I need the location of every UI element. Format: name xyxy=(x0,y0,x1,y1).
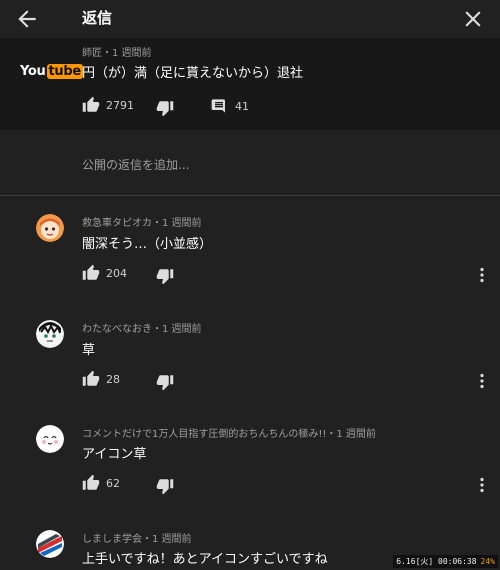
reply-meta: コメントだけで1万人目指す圧倒的おちんちんの極み!!・1 週間前 xyxy=(82,429,376,440)
thumbs-down-icon[interactable] xyxy=(156,99,174,117)
parent-comment: You tube 師匠・1 週間前 円（が）満（足に貰えないから）退社 2791 … xyxy=(0,38,500,130)
thumbs-up-icon xyxy=(82,264,100,280)
reply-count-button[interactable]: 41 xyxy=(211,98,249,114)
avatar[interactable] xyxy=(36,214,64,242)
reply-text: 闇深そう…（小並感） xyxy=(82,237,213,252)
thumbs-up-icon xyxy=(82,370,100,386)
status-time: 6.16[火] 00:06:38 xyxy=(396,557,477,566)
comment-icon xyxy=(211,99,225,113)
like-count: 2791 xyxy=(106,98,134,112)
arrow-left-icon[interactable] xyxy=(14,6,40,32)
battery-level: 24% xyxy=(480,557,495,566)
logo-you: You xyxy=(20,63,46,79)
logo-tube: tube xyxy=(46,63,83,79)
channel-logo[interactable]: You tube xyxy=(20,63,83,79)
avatar[interactable] xyxy=(36,425,64,453)
more-vert-icon[interactable] xyxy=(477,373,487,389)
reply-meta: わたなべなおき・1 週間前 xyxy=(82,324,202,335)
like-button[interactable]: 28 xyxy=(82,370,120,388)
like-count: 204 xyxy=(106,266,127,280)
status-overlay: 6.16[火] 00:06:38 24% xyxy=(393,555,498,568)
more-vert-icon[interactable] xyxy=(477,477,487,493)
thumbs-down-icon[interactable] xyxy=(156,267,174,285)
like-count: 62 xyxy=(106,476,120,490)
thumbs-down-icon[interactable] xyxy=(156,373,174,391)
reply-text: 上手いですね！あとアイコンすごいですね xyxy=(82,552,328,567)
add-reply-input[interactable]: 公開の返信を追加... xyxy=(82,156,189,173)
reply-meta: しましま学会・1 週間前 xyxy=(82,534,192,545)
like-count: 28 xyxy=(106,372,120,386)
comment-text: 円（が）満（足に貰えないから）退社 xyxy=(82,66,304,81)
app-header: 返信 xyxy=(0,0,500,38)
reply-text: アイコン草 xyxy=(82,447,147,462)
avatar[interactable] xyxy=(36,320,64,348)
divider xyxy=(0,195,500,196)
avatar[interactable] xyxy=(36,530,64,558)
reply-text: 草 xyxy=(82,343,96,358)
reply-meta: 救急車タピオカ・1 週間前 xyxy=(82,218,202,229)
thumbs-up-icon xyxy=(82,96,100,112)
like-button[interactable]: 204 xyxy=(82,264,127,282)
thumbs-up-icon xyxy=(82,474,100,490)
like-button[interactable]: 2791 xyxy=(82,96,134,114)
comment-meta: 師匠・1 週間前 xyxy=(82,48,152,59)
reply-count: 41 xyxy=(235,99,249,113)
thumbs-down-icon[interactable] xyxy=(156,477,174,495)
page-title: 返信 xyxy=(82,9,113,27)
more-vert-icon[interactable] xyxy=(477,267,487,283)
like-button[interactable]: 62 xyxy=(82,474,120,492)
close-icon[interactable] xyxy=(460,6,486,32)
